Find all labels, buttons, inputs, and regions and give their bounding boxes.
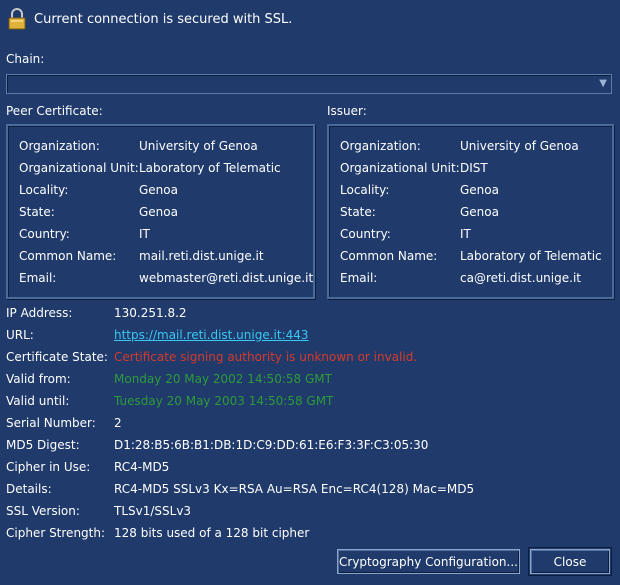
url-label: URL: bbox=[6, 328, 34, 342]
ip-address-label: IP Address: bbox=[6, 306, 73, 320]
issuer-field-value: IT bbox=[460, 227, 471, 241]
issuer-field-label: Common Name: bbox=[340, 249, 438, 263]
valid-until-value: Tuesday 20 May 2003 14:50:58 GMT bbox=[114, 394, 334, 408]
ssl-version-value: TLSv1/SSLv3 bbox=[114, 504, 192, 518]
valid-from-label: Valid from: bbox=[6, 372, 71, 386]
issuer-group: Organization: University of Genoa Organi… bbox=[327, 124, 614, 299]
serial-number-value: 2 bbox=[114, 416, 122, 430]
peer-field-label: Common Name: bbox=[19, 249, 117, 263]
peer-field-value: mail.reti.dist.unige.it bbox=[139, 249, 264, 263]
certificate-state-label: Certificate State: bbox=[6, 350, 108, 364]
issuer-field-value: Laboratory of Telematic bbox=[460, 249, 602, 263]
valid-until-label: Valid until: bbox=[6, 394, 70, 408]
valid-from-value: Monday 20 May 2002 14:50:58 GMT bbox=[114, 372, 332, 386]
url-link[interactable]: https://mail.reti.dist.unige.it:443 bbox=[114, 328, 309, 342]
cryptography-configuration-button[interactable]: Cryptography Configuration... bbox=[337, 549, 520, 574]
details-value: RC4-MD5 SSLv3 Kx=RSA Au=RSA Enc=RC4(128)… bbox=[114, 482, 475, 496]
issuer-field-label: Organization: bbox=[340, 139, 421, 153]
issuer-field-label: Country: bbox=[340, 227, 391, 241]
chain-label: Chain: bbox=[6, 52, 45, 66]
cipher-strength-value: 128 bits used of a 128 bit cipher bbox=[114, 526, 310, 540]
details-label: Details: bbox=[6, 482, 52, 496]
peer-field-label: Email: bbox=[19, 271, 57, 285]
issuer-field-value: Genoa bbox=[460, 205, 499, 219]
issuer-field-label: State: bbox=[340, 205, 376, 219]
issuer-field-label: Locality: bbox=[340, 183, 390, 197]
cipher-strength-label: Cipher Strength: bbox=[6, 526, 106, 540]
md5-digest-value: D1:28:B5:6B:B1:DB:1D:C9:DD:61:E6:F3:3F:C… bbox=[114, 438, 429, 452]
issuer-field-value: DIST bbox=[460, 161, 488, 175]
ip-address-value: 130.251.8.2 bbox=[114, 306, 187, 320]
certificate-state-value: Certificate signing authority is unknown… bbox=[114, 350, 418, 364]
peer-field-value: Genoa bbox=[139, 183, 178, 197]
chevron-down-icon[interactable]: ▼ bbox=[599, 78, 607, 89]
ssl-status-text: Current connection is secured with SSL. bbox=[34, 12, 293, 27]
cipher-in-use-value: RC4-MD5 bbox=[114, 460, 170, 474]
issuer-field-label: Email: bbox=[340, 271, 378, 285]
cipher-in-use-label: Cipher in Use: bbox=[6, 460, 91, 474]
serial-number-label: Serial Number: bbox=[6, 416, 96, 430]
peer-field-label: Organizational Unit: bbox=[19, 161, 139, 175]
peer-field-label: Country: bbox=[19, 227, 70, 241]
peer-field-value: IT bbox=[139, 227, 150, 241]
peer-field-value: University of Genoa bbox=[139, 139, 258, 153]
issuer-title: Issuer: bbox=[327, 104, 367, 118]
padlock-icon bbox=[8, 8, 26, 30]
chain-select[interactable]: ▼ bbox=[6, 74, 612, 94]
peer-field-label: Locality: bbox=[19, 183, 69, 197]
peer-field-label: Organization: bbox=[19, 139, 100, 153]
peer-certificate-title: Peer Certificate: bbox=[6, 104, 103, 118]
md5-digest-label: MD5 Digest: bbox=[6, 438, 80, 452]
peer-field-value: Laboratory of Telematic bbox=[139, 161, 281, 175]
peer-field-value: webmaster@reti.dist.unige.it bbox=[139, 271, 314, 285]
peer-certificate-group: Organization: University of Genoa Organi… bbox=[6, 124, 315, 299]
issuer-field-value: ca@reti.dist.unige.it bbox=[460, 271, 581, 285]
peer-field-label: State: bbox=[19, 205, 55, 219]
peer-field-value: Genoa bbox=[139, 205, 178, 219]
issuer-field-label: Organizational Unit: bbox=[340, 161, 460, 175]
issuer-field-value: Genoa bbox=[460, 183, 499, 197]
ssl-version-label: SSL Version: bbox=[6, 504, 80, 518]
close-button[interactable]: Close bbox=[530, 549, 610, 574]
issuer-field-value: University of Genoa bbox=[460, 139, 579, 153]
